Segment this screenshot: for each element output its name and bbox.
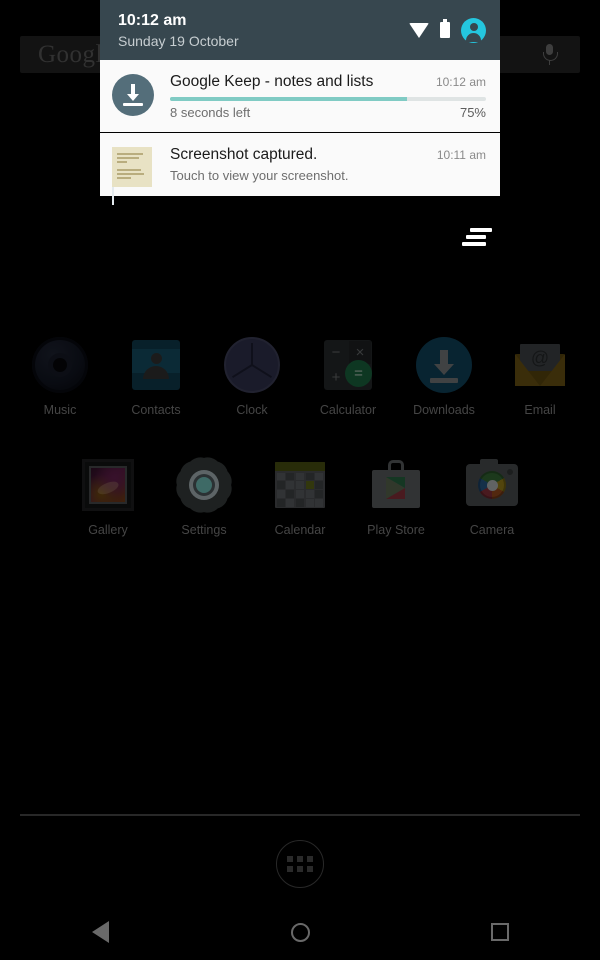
clear-all-notifications-button[interactable] bbox=[462, 228, 492, 246]
notification-time: 10:11 am bbox=[436, 148, 486, 162]
user-avatar-icon[interactable] bbox=[461, 17, 486, 43]
download-progress-bar bbox=[170, 97, 486, 101]
status-icons bbox=[409, 17, 486, 43]
status-date: Sunday 19 October bbox=[118, 32, 239, 49]
screenshot-thumbnail-icon bbox=[112, 145, 156, 205]
download-percent-label: 75% bbox=[459, 105, 486, 120]
battery-icon[interactable] bbox=[440, 19, 450, 38]
notification-screenshot[interactable]: Screenshot captured. 10:11 am Touch to v… bbox=[100, 132, 500, 205]
notification-download[interactable]: Google Keep - notes and lists 10:12 am 8… bbox=[100, 60, 500, 132]
image-badge-icon bbox=[112, 186, 114, 205]
download-progress-fill bbox=[170, 97, 407, 101]
notification-shade: 10:12 am Sunday 19 October Google Keep -… bbox=[100, 0, 500, 205]
notification-title: Screenshot captured. bbox=[170, 146, 318, 163]
wifi-icon[interactable] bbox=[409, 22, 429, 38]
download-circle-icon bbox=[112, 72, 156, 120]
notification-subtitle: 8 seconds left bbox=[170, 105, 251, 120]
notification-title: Google Keep - notes and lists bbox=[170, 73, 374, 90]
notification-time: 10:12 am bbox=[435, 75, 486, 89]
notification-subtitle: Touch to view your screenshot. bbox=[170, 168, 349, 183]
shade-header[interactable]: 10:12 am Sunday 19 October bbox=[100, 0, 500, 60]
status-clock: 10:12 am bbox=[118, 11, 187, 29]
